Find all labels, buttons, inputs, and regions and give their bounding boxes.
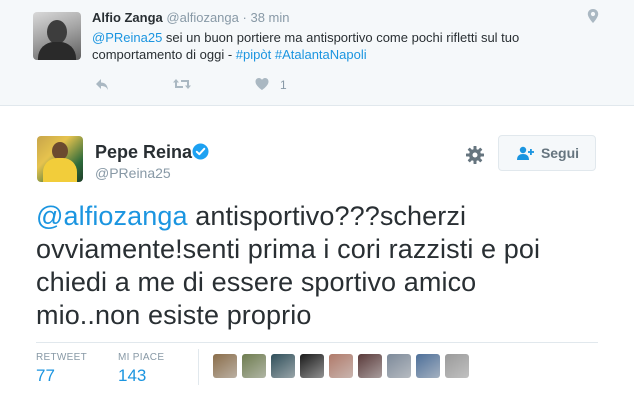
like-action-button[interactable]: [254, 76, 270, 94]
reply-author-name[interactable]: Alfio Zanga: [92, 10, 163, 25]
main-author-handle[interactable]: @PReina25: [95, 165, 171, 181]
retweet-stat[interactable]: RETWEET 77: [36, 352, 87, 386]
reply-text-line1: sei un buon portiere ma antisportivo com…: [162, 30, 520, 45]
retweet-action-button[interactable]: [172, 76, 192, 94]
reply-separator-dot: ·: [242, 10, 247, 25]
avatar-body-shape: [38, 42, 76, 60]
reply-like-count: 1: [280, 78, 287, 92]
hashtag-link-atalantanapoli[interactable]: #AtalantaNapoli: [275, 47, 367, 62]
liker-avatar-1[interactable]: [213, 354, 237, 378]
liker-avatar-7[interactable]: [387, 354, 411, 378]
reply-mention-link[interactable]: @PReina25: [92, 30, 162, 45]
stats-divider: [36, 342, 598, 343]
hashtag-link-pipot[interactable]: #pipòt: [236, 47, 271, 62]
reply-action-button[interactable]: [94, 76, 110, 94]
liker-avatar-9[interactable]: [445, 354, 469, 378]
main-tweet-avatar[interactable]: [37, 136, 83, 182]
add-user-icon: [516, 146, 534, 160]
liker-avatar-4[interactable]: [300, 354, 324, 378]
retweet-stat-label: RETWEET: [36, 352, 87, 363]
avatar-body-shape: [43, 158, 77, 182]
follow-button-label: Segui: [540, 145, 580, 161]
main-tweet-text: @alfiozanga antisportivo???scherzi ovvia…: [36, 200, 596, 332]
verified-badge-icon: [192, 143, 209, 160]
gear-icon[interactable]: [465, 145, 485, 165]
main-tweet-mention-link[interactable]: @alfiozanga: [36, 201, 188, 231]
stats-separator: [198, 349, 199, 385]
liker-avatar-6[interactable]: [358, 354, 382, 378]
liker-avatar-5[interactable]: [329, 354, 353, 378]
liker-avatar-2[interactable]: [242, 354, 266, 378]
avatar-head-shape: [47, 20, 67, 44]
reply-text-line2: comportamento di oggi -: [92, 47, 236, 62]
reply-timestamp[interactable]: 38 min: [250, 10, 289, 25]
reply-author-handle[interactable]: @alfiozanga: [166, 10, 238, 25]
retweet-icon: [173, 79, 191, 89]
main-author-name[interactable]: Pepe Reina: [95, 142, 192, 163]
main-tweet-text-line3: chiedi a me di essere sportivo amico: [36, 267, 477, 297]
reply-header: Alfio Zanga @alfiozanga · 38 min: [92, 10, 290, 25]
main-tweet-text-line4: mio..non esiste proprio: [36, 300, 312, 330]
reply-text: @PReina25 sei un buon portiere ma antisp…: [92, 29, 602, 63]
likes-stat-value: 143: [118, 366, 147, 385]
liker-avatar-3[interactable]: [271, 354, 295, 378]
reply-tweet[interactable]: Alfio Zanga @alfiozanga · 38 min @PReina…: [0, 0, 634, 106]
retweet-stat-value: 77: [36, 366, 55, 385]
main-tweet-text-line2: ovviamente!senti prima i cori razzisti e…: [36, 234, 541, 264]
liker-avatar-8[interactable]: [416, 354, 440, 378]
follow-button[interactable]: Segui: [498, 135, 596, 171]
likes-stat[interactable]: MI PIACE 143: [118, 352, 164, 386]
heart-icon: [255, 78, 269, 90]
location-pin-icon[interactable]: [586, 8, 600, 24]
reply-arrow-icon: [96, 79, 108, 90]
likes-stat-label: MI PIACE: [118, 352, 165, 363]
main-tweet-text-line1: antisportivo???scherzi: [187, 201, 467, 231]
reply-avatar[interactable]: [33, 12, 81, 60]
